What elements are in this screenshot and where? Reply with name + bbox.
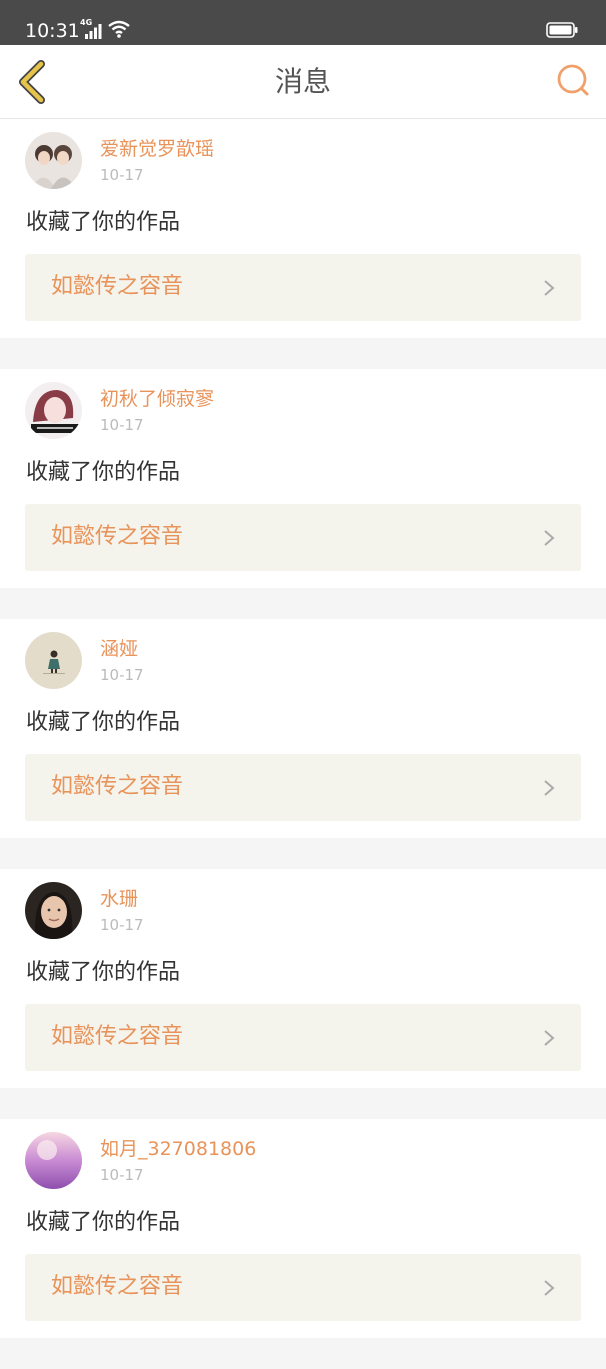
work-link[interactable]: 如懿传之容音 [25,254,581,321]
chevron-right-icon [544,280,555,296]
work-title: 如懿传之容音 [51,274,184,299]
work-title: 如懿传之容音 [51,774,184,799]
username[interactable]: 初秋了倾寂寥 [100,387,214,411]
status-bar: 10:31 4G [0,0,606,45]
username[interactable]: 如月_327081806 [100,1137,256,1161]
avatar[interactable] [25,1132,82,1189]
message-text: 收藏了你的作品 [26,1210,181,1235]
username[interactable]: 涵娅 [100,637,138,661]
avatar[interactable] [25,882,82,939]
username[interactable]: 爱新觉罗歆瑶 [100,137,214,161]
work-link[interactable]: 如懿传之容音 [25,754,581,821]
notification-card: 涵娅 10-17 收藏了你的作品 如懿传之容音 [0,619,606,838]
chevron-right-icon [544,780,555,796]
work-title: 如懿传之容音 [51,1274,184,1299]
work-link[interactable]: 如懿传之容音 [25,1254,581,1321]
timestamp: 10-17 [100,916,144,934]
battery-icon [546,22,578,38]
timestamp: 10-17 [100,416,144,434]
search-button[interactable] [554,61,592,99]
nav-bar: 消息 [0,45,606,119]
notification-card: 如月_327081806 10-17 收藏了你的作品 如懿传之容音 [0,1119,606,1338]
message-text: 收藏了你的作品 [26,960,181,985]
chevron-right-icon [544,1280,555,1296]
username[interactable]: 水珊 [100,887,138,911]
message-text: 收藏了你的作品 [26,210,181,235]
notification-card: 爱新觉罗歆瑶 10-17 收藏了你的作品 如懿传之容音 [0,119,606,338]
search-icon [557,64,589,96]
signal-icon [85,24,102,39]
notification-card: 水珊 10-17 收藏了你的作品 如懿传之容音 [0,869,606,1088]
timestamp: 10-17 [100,166,144,184]
avatar[interactable] [25,632,82,689]
status-time: 10:31 [25,20,80,42]
work-link[interactable]: 如懿传之容音 [25,1004,581,1071]
chevron-right-icon [544,1030,555,1046]
notification-card: 初秋了倾寂寥 10-17 收藏了你的作品 如懿传之容音 [0,369,606,588]
avatar[interactable] [25,382,82,439]
wifi-icon [108,20,130,38]
message-text: 收藏了你的作品 [26,710,181,735]
work-title: 如懿传之容音 [51,1024,184,1049]
avatar[interactable] [25,132,82,189]
page-title: 消息 [274,65,331,98]
chevron-right-icon [544,530,555,546]
timestamp: 10-17 [100,1166,144,1184]
work-link[interactable]: 如懿传之容音 [25,504,581,571]
work-title: 如懿传之容音 [51,524,184,549]
notification-list: 爱新觉罗歆瑶 10-17 收藏了你的作品 如懿传之容音 初秋了倾寂寥 10-17… [0,119,606,1369]
message-text: 收藏了你的作品 [26,460,181,485]
timestamp: 10-17 [100,666,144,684]
